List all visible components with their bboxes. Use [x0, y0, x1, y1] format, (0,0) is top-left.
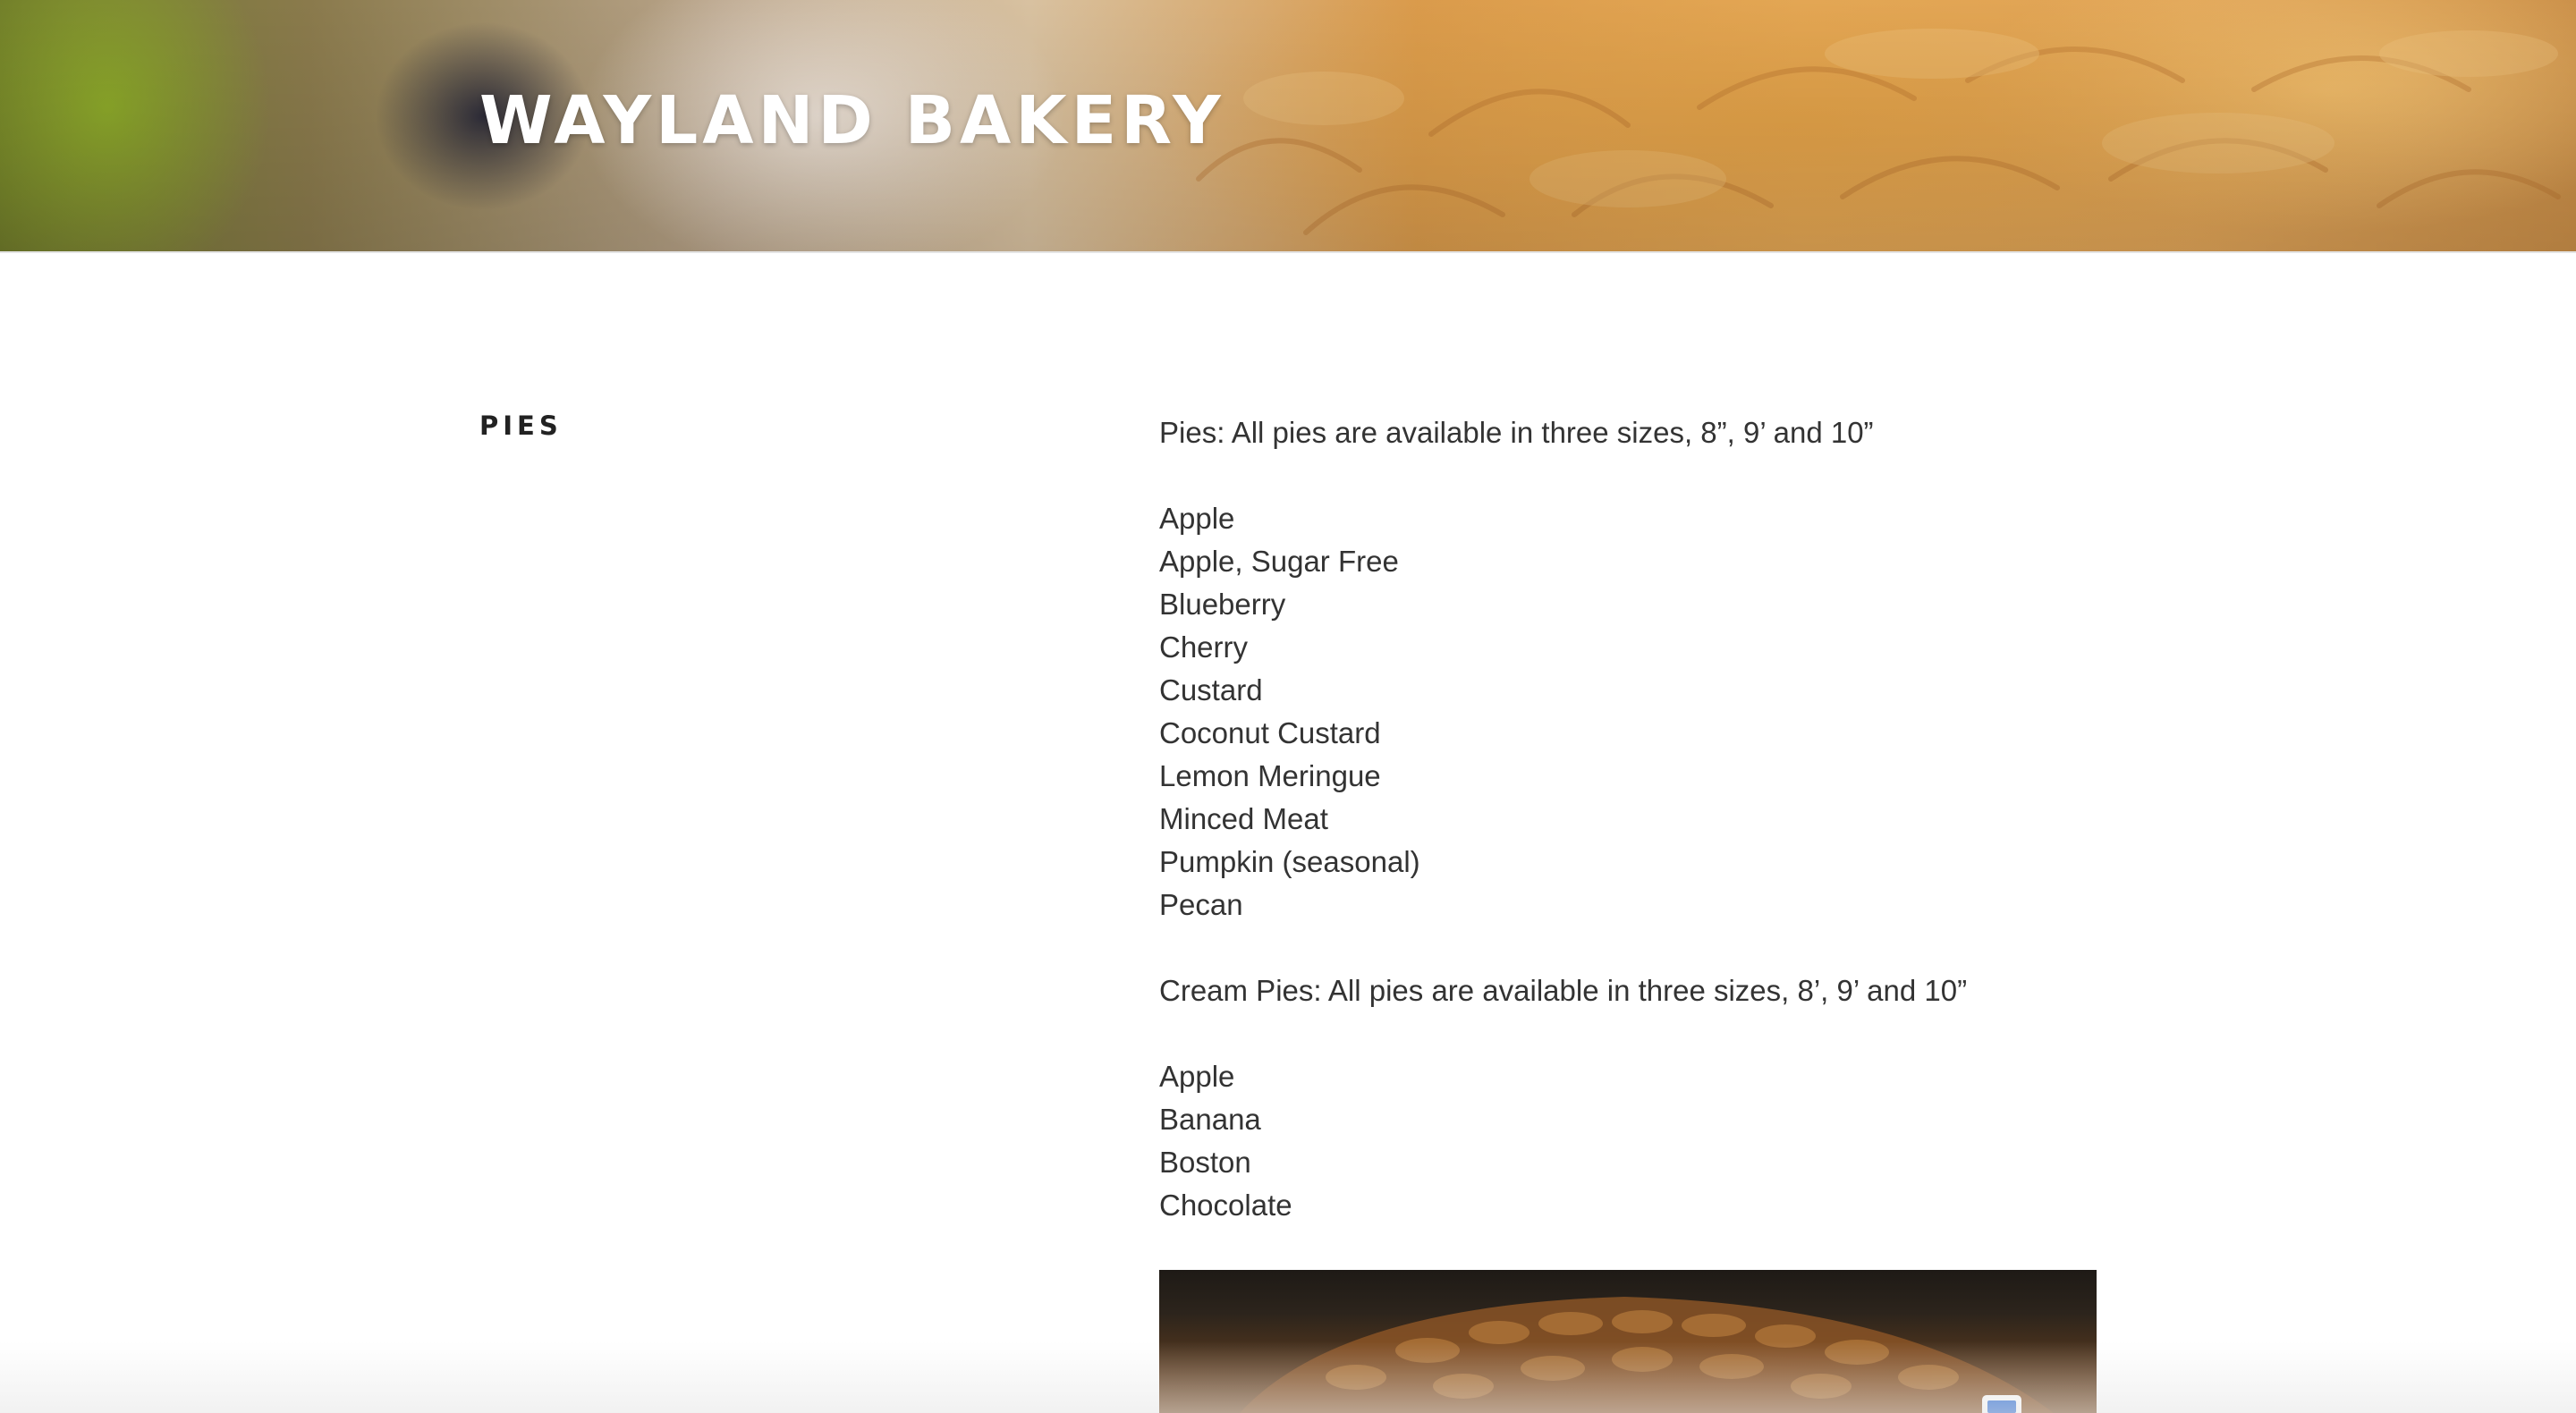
image-badge-icon[interactable]	[1982, 1395, 2021, 1413]
list-item: Banana	[1159, 1103, 1261, 1136]
list-item: Lemon Meringue	[1159, 759, 1381, 792]
cream-pies-intro: Cream Pies: All pies are available in th…	[1159, 974, 1968, 1007]
entry-content: Pies: All pies are available in three si…	[1159, 411, 2097, 1270]
pie-texture	[1240, 1297, 2054, 1413]
cream-pies-list: Apple Banana Boston Chocolate	[1159, 1055, 2097, 1227]
header-divider	[0, 251, 2576, 253]
site-title[interactable]: WAYLAND BAKERY	[479, 88, 1225, 154]
header-banner: WAYLAND BAKERY	[0, 0, 2576, 253]
list-item: Apple, Sugar Free	[1159, 545, 1399, 578]
list-item: Apple	[1159, 502, 1235, 535]
list-item: Coconut Custard	[1159, 716, 1381, 749]
header-shade	[0, 0, 2576, 253]
list-item: Cherry	[1159, 630, 1249, 664]
list-item: Minced Meat	[1159, 802, 1328, 835]
list-item: Pumpkin (seasonal)	[1159, 845, 1420, 878]
pies-list: Apple Apple, Sugar Free Blueberry Cherry…	[1159, 497, 2097, 926]
list-item: Custard	[1159, 673, 1263, 706]
list-item: Pecan	[1159, 888, 1243, 921]
pies-intro: Pies: All pies are available in three si…	[1159, 416, 1874, 449]
list-item: Chocolate	[1159, 1189, 1292, 1222]
page-title: PIES	[479, 410, 563, 441]
list-item: Blueberry	[1159, 588, 1286, 621]
page: WAYLAND BAKERY PIES Pies: All pies are a…	[0, 0, 2576, 1413]
list-item: Boston	[1159, 1146, 1251, 1179]
pecan-pie-image	[1159, 1270, 2097, 1413]
badge-inner	[1987, 1400, 2016, 1413]
list-item: Apple	[1159, 1060, 1235, 1093]
